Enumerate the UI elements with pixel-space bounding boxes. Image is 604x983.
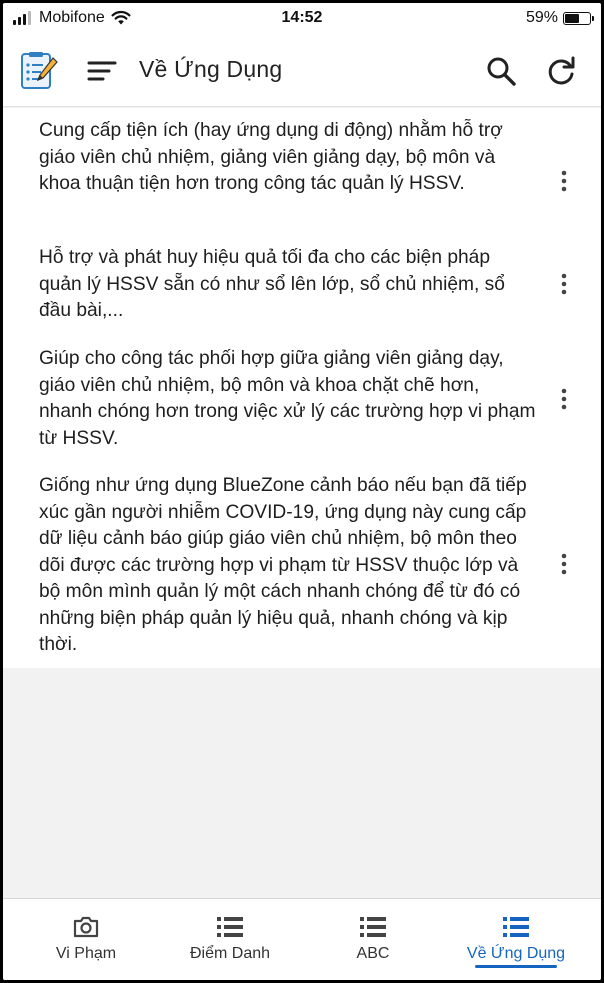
tab-ve-ung-dung[interactable]: Về Ứng Dụng [441, 899, 591, 980]
search-icon[interactable] [485, 55, 517, 87]
list-icon [217, 917, 243, 937]
battery-icon [563, 11, 594, 25]
active-tab-indicator [475, 965, 557, 968]
checklist-pencil-icon [21, 52, 58, 89]
list-icon [503, 917, 529, 937]
status-time: 14:52 [281, 9, 323, 26]
list-item-text: Cung cấp tiện ích (hay ứng dụng di động)… [39, 120, 503, 194]
about-list: Cung cấp tiện ích (hay ứng dụng di động)… [3, 108, 601, 668]
more-vertical-icon[interactable] [557, 170, 571, 192]
list-item-text: Hỗ trợ và phát huy hiệu quả tối đa cho c… [39, 247, 505, 321]
status-right: 59% [525, 9, 594, 27]
list-item-text: Giúp cho công tác phối hợp giữa giảng vi… [39, 348, 536, 449]
app-bar: Về Ứng Dụng [3, 35, 601, 107]
tab-label: ABC [356, 945, 390, 962]
more-vertical-icon[interactable] [557, 553, 571, 575]
tab-label: Điểm Danh [189, 945, 271, 962]
battery-level-fill [565, 13, 580, 23]
status-bar: Mobifone 14:52 59% [3, 3, 601, 35]
tab-diem-danh[interactable]: Điểm Danh [155, 899, 305, 980]
list-icon [360, 917, 386, 937]
more-vertical-icon[interactable] [557, 273, 571, 295]
refresh-icon[interactable] [544, 54, 578, 88]
battery-percentage: 59% [525, 9, 558, 26]
tab-abc[interactable]: ABC [298, 899, 448, 980]
tab-vi-pham[interactable]: Vi Phạm [11, 899, 161, 980]
more-vertical-icon[interactable] [557, 388, 571, 410]
page-title: Về Ứng Dụng [139, 56, 283, 82]
menu-icon[interactable] [87, 59, 117, 83]
tab-label: Về Ứng Dụng [466, 945, 566, 962]
list-item-text: Giống như ứng dụng BlueZone cảnh báo nếu… [39, 475, 527, 655]
bottom-navigation: Vi Phạm Điểm Danh ABC Về Ứng Dụng [3, 898, 601, 980]
app-screen: Mobifone 14:52 59% Về Ứng Dụng Cung cấp … [3, 3, 601, 980]
tab-label: Vi Phạm [55, 945, 117, 962]
camera-icon [73, 916, 99, 938]
